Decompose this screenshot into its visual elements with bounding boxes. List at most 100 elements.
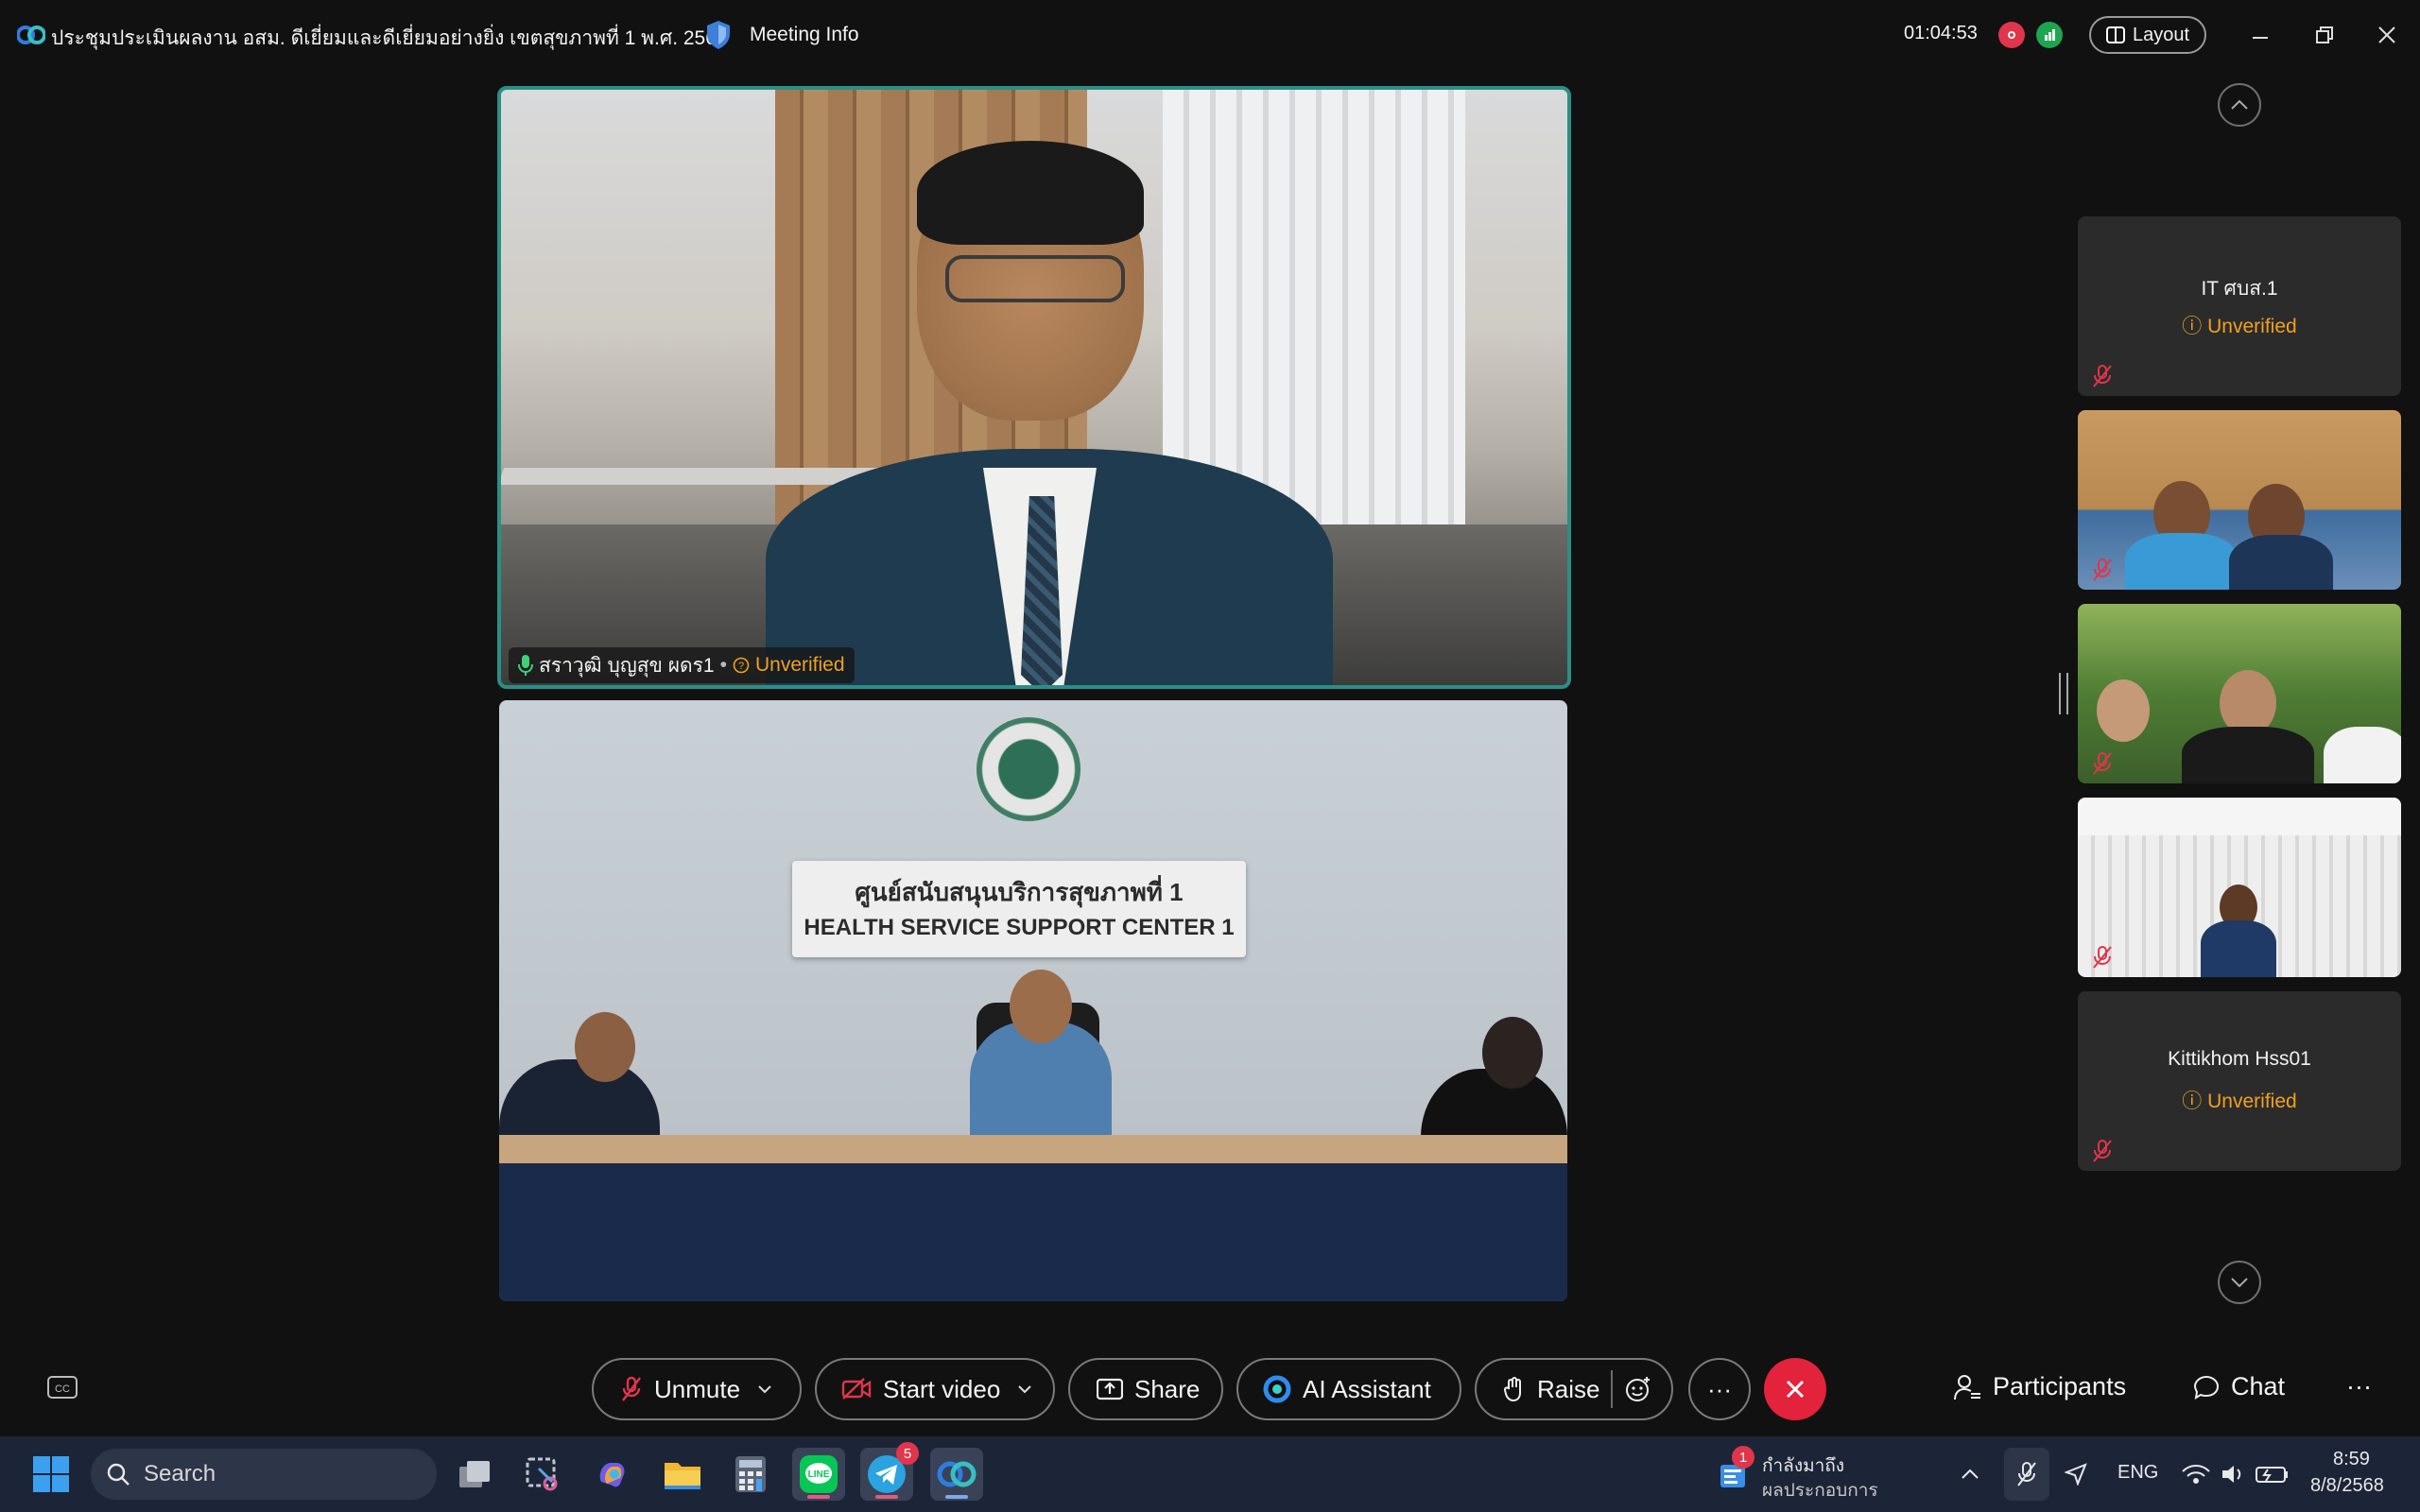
- svg-text:LINE: LINE: [808, 1469, 830, 1480]
- overflow-icon: ···: [2346, 1372, 2372, 1400]
- running-indicator: [875, 1495, 898, 1499]
- battery-icon: [2256, 1467, 2288, 1483]
- start-video-button[interactable]: Start video: [815, 1358, 1055, 1420]
- unverified-icon: ?: [733, 657, 750, 674]
- search-placeholder: Search: [144, 1461, 216, 1486]
- microphone-muted-icon: [2093, 365, 2112, 387]
- unmute-label: Unmute: [654, 1374, 741, 1403]
- ministry-emblem: [977, 717, 1080, 821]
- meeting-timer: 01:04:53: [1904, 23, 1978, 43]
- close-icon: [1786, 1380, 1805, 1399]
- unmute-button[interactable]: Unmute: [592, 1358, 802, 1420]
- clock-time[interactable]: 8:59: [2333, 1449, 2370, 1470]
- shield-icon[interactable]: [705, 20, 732, 50]
- chat-label: Chat: [2231, 1372, 2286, 1400]
- calculator-button[interactable]: [724, 1448, 777, 1501]
- system-status-icons: [2182, 1465, 2288, 1484]
- close-window-button[interactable]: [2371, 19, 2403, 51]
- separator-dot: •: [719, 654, 727, 676]
- snipping-tool-button[interactable]: [516, 1448, 569, 1501]
- snipping-tool-icon: [526, 1457, 558, 1491]
- chevron-down-icon[interactable]: [1017, 1384, 1032, 1394]
- stock-widget-button[interactable]: 1: [1711, 1446, 1756, 1501]
- leave-meeting-button[interactable]: [1764, 1358, 1826, 1420]
- microphone-muted-icon: [2017, 1462, 2036, 1486]
- network-volume-battery-group[interactable]: [2176, 1448, 2299, 1501]
- location-tray-button[interactable]: [2055, 1448, 2097, 1501]
- running-indicator: [807, 1495, 830, 1499]
- room-person-right-head: [1482, 1017, 1543, 1089]
- participant-status: ⓘ Unverified: [2182, 1091, 2297, 1112]
- participant-tile-video-3[interactable]: [2078, 798, 2401, 977]
- reactions-icon[interactable]: [1624, 1375, 1652, 1403]
- more-options-button[interactable]: ···: [1688, 1358, 1751, 1420]
- share-button[interactable]: Share: [1068, 1358, 1223, 1420]
- participants-button[interactable]: Participants: [1953, 1372, 2126, 1401]
- restore-icon: [2316, 26, 2333, 43]
- participant-tile-it[interactable]: IT ศบส.1 ⓘ Unverified: [2078, 216, 2401, 396]
- input-language[interactable]: ENG: [2118, 1462, 2158, 1484]
- line-app-button[interactable]: LINE: [792, 1448, 845, 1501]
- overflow-menu-button[interactable]: ···: [2346, 1372, 2372, 1401]
- participant-tile-video-2[interactable]: [2078, 604, 2401, 783]
- chat-icon: [2193, 1375, 2220, 1400]
- speaker-hair: [917, 141, 1144, 245]
- room-desk: [499, 1135, 1567, 1301]
- speaker-name-label: สราวุฒิ บุญสุข ผดร1 • ? Unverified: [509, 647, 855, 683]
- closed-captions-icon[interactable]: CC: [47, 1376, 78, 1400]
- show-hidden-icons-button[interactable]: [1949, 1448, 1991, 1501]
- network-status-icon[interactable]: [2036, 22, 2063, 48]
- microphone-muted-icon: [622, 1376, 641, 1401]
- raise-hand-icon: [1503, 1377, 1521, 1402]
- calculator-icon: [735, 1456, 766, 1492]
- wifi-icon: [2182, 1465, 2210, 1484]
- participant-face: [2097, 679, 2150, 742]
- chevron-down-icon[interactable]: [757, 1384, 772, 1394]
- ai-assistant-label: AI Assistant: [1303, 1374, 1431, 1403]
- widget-subtitle: ผลประกอบการ: [1762, 1481, 1878, 1501]
- room-sign-thai: ศูนย์สนับสนุนบริการสุขภาพที่ 1: [855, 878, 1184, 906]
- participant-status-text: Unverified: [2207, 1091, 2297, 1112]
- clock-date[interactable]: 8/8/2568: [2310, 1475, 2384, 1497]
- scroll-down-button[interactable]: [2218, 1261, 2261, 1304]
- copilot-button[interactable]: [586, 1448, 639, 1501]
- file-explorer-button[interactable]: [656, 1448, 709, 1501]
- layout-button[interactable]: Layout: [2089, 16, 2206, 54]
- search-icon: [107, 1463, 130, 1486]
- raise-label: Raise: [1537, 1374, 1600, 1403]
- room-video[interactable]: ศูนย์สนับสนุนบริการสุขภาพที่ 1 HEALTH SE…: [499, 700, 1567, 1301]
- share-screen-icon: [1097, 1378, 1123, 1400]
- minimize-button[interactable]: [2244, 19, 2276, 51]
- meeting-info-link[interactable]: Meeting Info: [750, 24, 859, 46]
- copilot-icon: [599, 1463, 625, 1487]
- meeting-title: ประชุมประเมินผลงาน อสม. ดีเยี่ยมและดีเยี…: [51, 27, 728, 49]
- webex-taskbar-button[interactable]: [930, 1448, 983, 1501]
- line-app-icon: LINE: [800, 1455, 838, 1493]
- recording-icon[interactable]: [1998, 22, 2025, 48]
- participant-tile-video-1[interactable]: [2078, 410, 2401, 590]
- layout-label: Layout: [2133, 24, 2190, 45]
- room-sign: ศูนย์สนับสนุนบริการสุขภาพที่ 1 HEALTH SE…: [792, 861, 1246, 957]
- telegram-button[interactable]: 5: [860, 1442, 919, 1501]
- video-off-icon: [841, 1378, 872, 1400]
- start-video-label: Start video: [883, 1374, 1001, 1403]
- restore-button[interactable]: [2308, 19, 2341, 51]
- location-arrow-icon: [2065, 1463, 2087, 1486]
- taskbar-search-box[interactable]: Search: [91, 1449, 437, 1500]
- active-speaker-video[interactable]: สราวุฒิ บุญสุข ผดร1 • ? Unverified: [497, 86, 1571, 689]
- task-view-button[interactable]: [448, 1448, 501, 1501]
- running-indicator: [945, 1495, 968, 1499]
- participant-status: ⓘ Unverified: [2182, 316, 2297, 337]
- participant-tile-kittikhom[interactable]: Kittikhom Hss01 ⓘ Unverified: [2078, 991, 2401, 1171]
- ai-assistant-button[interactable]: AI Assistant: [1236, 1358, 1461, 1420]
- participants-icon: [1954, 1374, 1980, 1400]
- chat-button[interactable]: Chat: [2193, 1372, 2285, 1401]
- participant-status-text: Unverified: [2207, 316, 2297, 337]
- mic-muted-tray-button[interactable]: [2004, 1448, 2049, 1501]
- start-button[interactable]: [25, 1448, 78, 1501]
- raise-hand-button[interactable]: Raise: [1475, 1358, 1673, 1420]
- panel-resize-handle[interactable]: [2059, 673, 2068, 714]
- task-view-icon: [459, 1461, 490, 1487]
- scroll-up-button[interactable]: [2218, 83, 2261, 127]
- title-bar: ประชุมประเมินผลงาน อสม. ดีเยี่ยมและดีเยี…: [0, 0, 2420, 74]
